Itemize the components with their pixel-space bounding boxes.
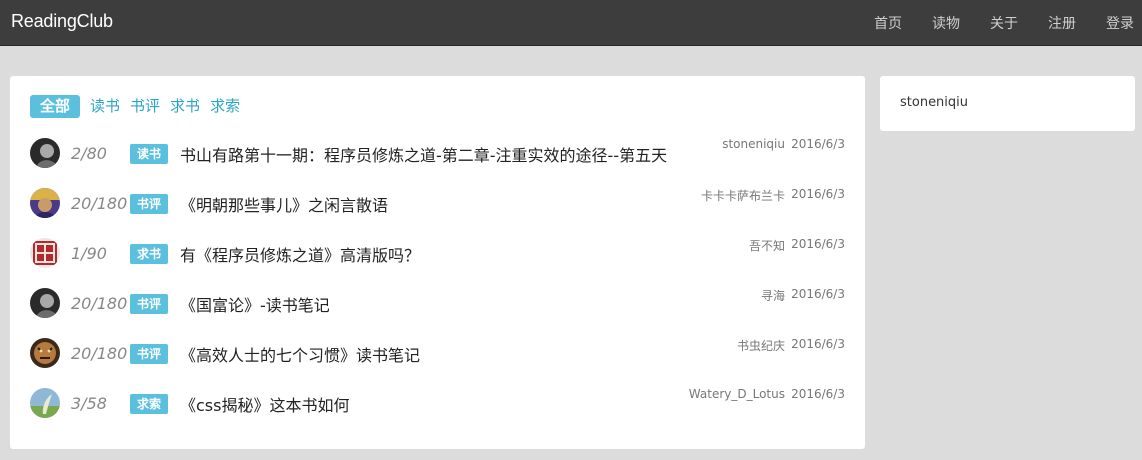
nav-home[interactable]: 首页 [874,13,902,33]
topic-author[interactable]: stoneniqiu [722,137,785,151]
avatar[interactable] [30,288,60,318]
category-badge: 书评 [130,344,169,364]
nav-register[interactable]: 注册 [1048,13,1076,33]
reply-view-count: 2/80 [71,144,107,163]
topic-date: 2016/6/3 [791,387,845,401]
topic-author[interactable]: 寻海 [761,287,785,304]
topic-row: 1/90 求书 有《程序员修炼之道》高清版吗？ 吾不知 2016/6/3 [30,237,845,270]
topic-title[interactable]: 有《程序员修炼之道》高清版吗？ [180,242,420,266]
topic-date: 2016/6/3 [791,287,845,301]
sidebar-username[interactable]: stoneniqiu [900,95,968,110]
brand-logo[interactable]: ReadingClub [11,11,113,32]
avatar[interactable] [30,138,60,168]
topic-date: 2016/6/3 [791,137,845,151]
topic-row: 3/58 求索 《css揭秘》这本书如何 Watery_D_Lotus 2016… [30,387,845,420]
avatar[interactable] [30,338,60,368]
top-navbar: ReadingClub 首页 读物 关于 注册 登录 [0,0,1142,46]
category-tabs: 全部 读书 书评 求书 求索 [30,95,250,118]
nav-login[interactable]: 登录 [1106,13,1134,33]
topic-title[interactable]: 书山有路第十一期：程序员修炼之道-第二章-注重实效的途径--第五天 [180,142,667,166]
topic-date: 2016/6/3 [791,237,845,251]
nav-links: 首页 读物 关于 注册 登录 [844,0,1134,46]
category-badge: 书评 [130,294,169,314]
avatar[interactable] [30,188,60,218]
topic-author[interactable]: 书虫纪庆 [737,337,785,354]
topic-date: 2016/6/3 [791,337,845,351]
topic-date: 2016/6/3 [791,187,845,201]
topic-row: 20/180 书评 《国富论》-读书笔记 寻海 2016/6/3 [30,287,845,320]
nav-books[interactable]: 读物 [932,13,960,33]
topic-list-card: 全部 读书 书评 求书 求索 2/80 读书 书山有路第十一期：程序员修炼之道-… [10,76,865,449]
tab-inquiry[interactable]: 求索 [210,95,240,118]
category-badge: 读书 [130,144,169,164]
reply-view-count: 1/90 [71,244,107,263]
topic-title[interactable]: 《高效人士的七个习惯》读书笔记 [180,342,420,366]
topic-title[interactable]: 《国富论》-读书笔记 [180,292,330,316]
tab-reading[interactable]: 读书 [90,95,120,118]
category-badge: 求索 [130,394,169,414]
category-badge: 求书 [130,244,169,264]
reply-view-count: 3/58 [71,394,107,413]
topic-row: 20/180 书评 《明朝那些事儿》之闲言散语 卡卡卡萨布兰卡 2016/6/3 [30,187,845,220]
avatar[interactable] [30,238,60,268]
topic-row: 20/180 书评 《高效人士的七个习惯》读书笔记 书虫纪庆 2016/6/3 [30,337,845,370]
reply-view-count: 20/180 [71,344,128,363]
topic-row: 2/80 读书 书山有路第十一期：程序员修炼之道-第二章-注重实效的途径--第五… [30,137,845,170]
topic-author[interactable]: 卡卡卡萨布兰卡 [701,187,785,204]
tab-review[interactable]: 书评 [130,95,160,118]
nav-about[interactable]: 关于 [990,13,1018,33]
topic-author[interactable]: Watery_D_Lotus [689,387,785,401]
user-sidebar-card: stoneniqiu [880,76,1135,131]
category-badge: 书评 [130,194,169,214]
topic-title[interactable]: 《明朝那些事儿》之闲言散语 [180,192,388,216]
reply-view-count: 20/180 [71,294,128,313]
tab-all[interactable]: 全部 [30,95,81,118]
reply-view-count: 20/180 [71,194,128,213]
topic-author[interactable]: 吾不知 [749,237,785,254]
tab-request-book[interactable]: 求书 [170,95,200,118]
avatar[interactable] [30,388,60,418]
topic-title[interactable]: 《css揭秘》这本书如何 [180,392,349,416]
